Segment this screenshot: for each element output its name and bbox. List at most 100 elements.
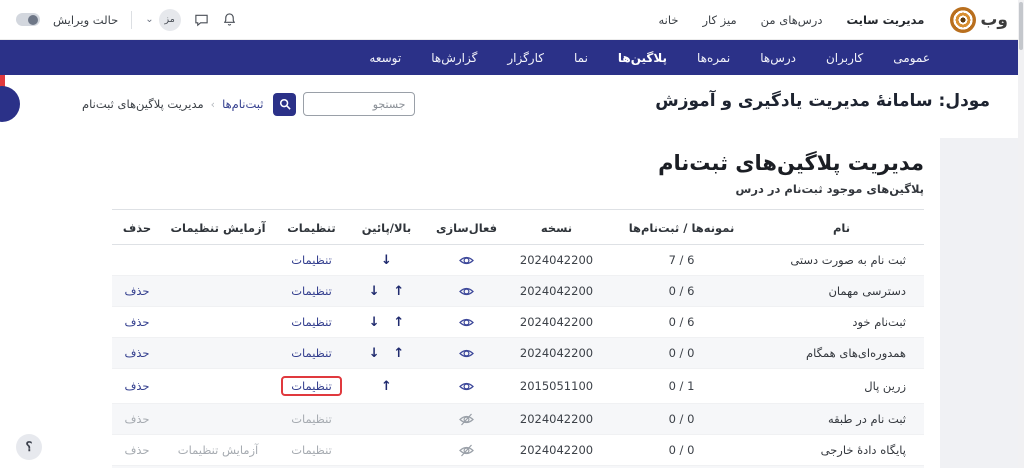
disable-plugin-link[interactable] xyxy=(459,284,474,298)
breadcrumb-link-enrolments[interactable]: ثبت‌نام‌ها xyxy=(222,97,263,111)
enrol-plugins-table: نام نمونه‌ها / ثبت‌نام‌ها نسخه فعال‌سازی… xyxy=(112,209,924,468)
topbar-nav: مدیریت سایت درس‌های من میز کار خانه xyxy=(658,13,924,27)
settings-link[interactable]: تنظیمات xyxy=(291,346,332,360)
admin-navbar-item[interactable]: نمره‌ها xyxy=(697,51,730,65)
table-row: ثبت‌نام خود 0 / 6 2024042200 ↑ ↓ xyxy=(112,307,924,338)
uninstall-link[interactable]: حذف xyxy=(124,412,149,426)
breadcrumb-current: مدیریت پلاگین‌های ثبت‌نام xyxy=(82,97,204,111)
messages-button[interactable] xyxy=(194,12,209,27)
uninstall-link[interactable]: حذف xyxy=(124,346,149,360)
plugin-name: دسترسی مهمان xyxy=(759,276,924,307)
settings-link[interactable]: تنظیمات xyxy=(291,253,332,267)
notifications-button[interactable] xyxy=(222,12,237,27)
column-header: آزمایش تنظیمات xyxy=(162,210,274,245)
plugin-name: ثبت‌نام خود xyxy=(759,307,924,338)
settings-link[interactable]: تنظیمات xyxy=(291,412,332,426)
move-down-arrow[interactable]: ↓ xyxy=(369,346,380,361)
settings-link[interactable]: تنظیمات xyxy=(291,443,332,457)
disable-plugin-link[interactable] xyxy=(459,315,474,329)
admin-navbar-item[interactable]: عمومی xyxy=(893,51,930,65)
table-row: پایگاه دادهٔ خارجی 0 / 0 2024042200 xyxy=(112,435,924,466)
annotation-highlight-box: تنظیمات xyxy=(283,411,340,427)
test-settings-link[interactable]: آزمایش تنظیمات xyxy=(178,443,258,457)
admin-navbar-item[interactable]: گزارش‌ها xyxy=(431,51,477,65)
table-caption: پلاگین‌های موجود ثبت‌نام در درس xyxy=(112,182,924,196)
table-header-row: نام نمونه‌ها / ثبت‌نام‌ها نسخه فعال‌سازی… xyxy=(112,210,924,245)
instances-count: 0 / 0 xyxy=(669,412,695,426)
plugin-name: همدوره‌ای‌های همگام xyxy=(759,338,924,369)
enable-plugin-link[interactable] xyxy=(459,443,474,457)
scrollbar[interactable] xyxy=(1018,0,1024,468)
column-header: فعال‌سازی xyxy=(424,210,509,245)
plugin-version: 2024042200 xyxy=(520,315,593,329)
search-input[interactable] xyxy=(303,92,415,116)
uninstall-link[interactable]: حذف xyxy=(124,379,149,393)
move-up-arrow[interactable]: ↑ xyxy=(381,379,392,394)
disable-plugin-link[interactable] xyxy=(459,379,474,393)
breadcrumb-separator: ‹ xyxy=(211,98,215,111)
chat-icon xyxy=(194,12,209,27)
help-button[interactable]: ؟ xyxy=(16,434,42,460)
plugin-version: 2024042200 xyxy=(520,284,593,298)
enable-plugin-link[interactable] xyxy=(459,412,474,426)
topbar-nav-item[interactable]: مدیریت سایت xyxy=(846,13,924,27)
annotation-highlight-box: تنظیمات xyxy=(283,442,340,458)
move-down-arrow[interactable]: ↓ xyxy=(381,253,392,268)
eye-icon xyxy=(459,316,474,329)
topbar-nav-item[interactable]: درس‌های من xyxy=(761,13,823,27)
annotation-highlight-box: تنظیمات xyxy=(281,376,342,396)
move-down-arrow[interactable]: ↓ xyxy=(369,284,380,299)
move-up-arrow[interactable]: ↑ xyxy=(393,315,404,330)
eye-icon xyxy=(459,285,474,298)
settings-link[interactable]: تنظیمات xyxy=(291,284,332,298)
table-row: ثبت نام به صورت دستی 7 / 6 2024042200 xyxy=(112,245,924,276)
plugin-version: 2024042200 xyxy=(520,412,593,426)
search-button[interactable] xyxy=(273,93,296,116)
annotation-highlight-box: تنظیمات xyxy=(283,283,340,299)
admin-navbar-item[interactable]: کاربران xyxy=(826,51,863,65)
admin-navbar-item[interactable]: توسعه xyxy=(369,51,401,65)
disable-plugin-link[interactable] xyxy=(459,346,474,360)
column-header: تنظیمات xyxy=(274,210,349,245)
column-header: حذف xyxy=(112,210,162,245)
column-header: بالا/پائین xyxy=(349,210,424,245)
move-up-arrow[interactable]: ↑ xyxy=(393,284,404,299)
instances-count: 0 / 6 xyxy=(669,315,695,329)
instances-count: 0 / 1 xyxy=(669,379,695,393)
topbar-nav-item[interactable]: میز کار xyxy=(702,13,736,27)
drawer-open-button[interactable]: › xyxy=(0,86,20,122)
page-heading: مدیریت پلاگین‌های ثبت‌نام xyxy=(112,151,924,175)
breadcrumb-search-bar: مدیریت پلاگین‌های ثبت‌نام ‹ ثبت‌نام‌ها xyxy=(82,92,415,116)
scrollbar-thumb[interactable] xyxy=(1019,2,1023,50)
column-header: نمونه‌ها / ثبت‌نام‌ها xyxy=(604,210,759,245)
user-menu[interactable]: مز ⌄ xyxy=(145,9,180,31)
block-drawer-strip xyxy=(940,138,1018,468)
admin-navbar-item[interactable]: کارگزار xyxy=(507,51,544,65)
uninstall-link[interactable]: حذف xyxy=(124,443,149,457)
table-row: ثبت نام در طبقه 0 / 0 2024042200 xyxy=(112,404,924,435)
uninstall-link[interactable]: حذف xyxy=(124,284,149,298)
disable-plugin-link[interactable] xyxy=(459,253,474,267)
plugin-name: پایگاه دادهٔ خارجی xyxy=(759,435,924,466)
uninstall-link[interactable]: حذف xyxy=(124,315,149,329)
avatar[interactable]: مز xyxy=(159,9,181,31)
edit-mode-toggle[interactable] xyxy=(16,13,40,26)
settings-link[interactable]: تنظیمات xyxy=(291,379,332,393)
eye-icon xyxy=(459,347,474,360)
move-up-arrow[interactable]: ↑ xyxy=(393,346,404,361)
instances-count: 0 / 0 xyxy=(669,443,695,457)
site-logo[interactable]: وب xyxy=(950,7,1008,33)
topbar-nav-item[interactable]: خانه xyxy=(658,13,678,27)
plugin-name: ثبت نام در طبقه xyxy=(759,404,924,435)
instances-count: 7 / 6 xyxy=(669,253,695,267)
admin-navbar-item[interactable]: درس‌ها xyxy=(760,51,796,65)
admin-navbar-item[interactable]: نما xyxy=(574,51,588,65)
table-row: زرین پال 0 / 1 2015051100 ↑ xyxy=(112,369,924,404)
topbar-divider xyxy=(131,11,132,29)
settings-link[interactable]: تنظیمات xyxy=(291,315,332,329)
admin-navbar-item[interactable]: پلاگین‌ها xyxy=(618,51,667,65)
topbar: وب مدیریت سایت درس‌های من میز کار خانه xyxy=(0,0,1024,40)
move-down-arrow[interactable]: ↓ xyxy=(369,315,380,330)
topbar-right: وب مدیریت سایت درس‌های من میز کار خانه xyxy=(658,7,1008,33)
annotation-highlight-box: تنظیمات xyxy=(283,345,340,361)
